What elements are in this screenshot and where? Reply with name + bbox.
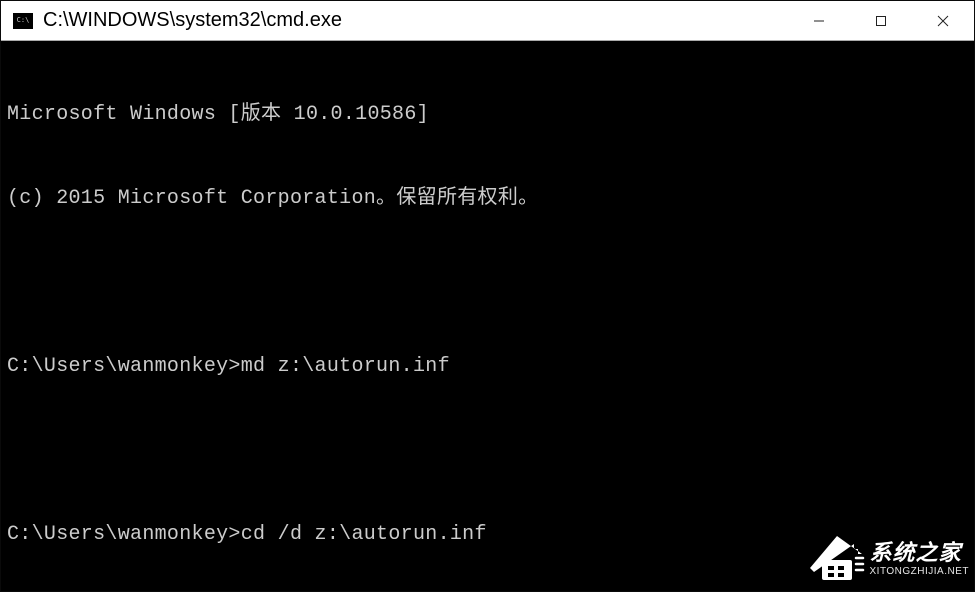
minimize-icon: [813, 15, 825, 27]
cmd-icon: [13, 13, 33, 29]
maximize-icon: [875, 15, 887, 27]
minimize-button[interactable]: [788, 1, 850, 40]
window-controls: [788, 1, 974, 40]
window-title: C:\WINDOWS\system32\cmd.exe: [43, 9, 788, 32]
terminal-line: (c) 2015 Microsoft Corporation。保留所有权利。: [7, 185, 968, 213]
terminal-line: [7, 269, 968, 297]
terminal-line: Microsoft Windows [版本 10.0.10586]: [7, 101, 968, 129]
terminal-line: C:\Users\wanmonkey>cd /d z:\autorun.inf: [7, 521, 968, 549]
cmd-window: C:\WINDOWS\system32\cmd.exe Microsoft Wi…: [0, 0, 975, 592]
terminal-line: [7, 437, 968, 465]
terminal-area[interactable]: Microsoft Windows [版本 10.0.10586] (c) 20…: [1, 41, 974, 591]
titlebar[interactable]: C:\WINDOWS\system32\cmd.exe: [1, 1, 974, 41]
close-icon: [937, 15, 949, 27]
maximize-button[interactable]: [850, 1, 912, 40]
close-button[interactable]: [912, 1, 974, 40]
terminal-line: C:\Users\wanmonkey>md z:\autorun.inf: [7, 353, 968, 381]
